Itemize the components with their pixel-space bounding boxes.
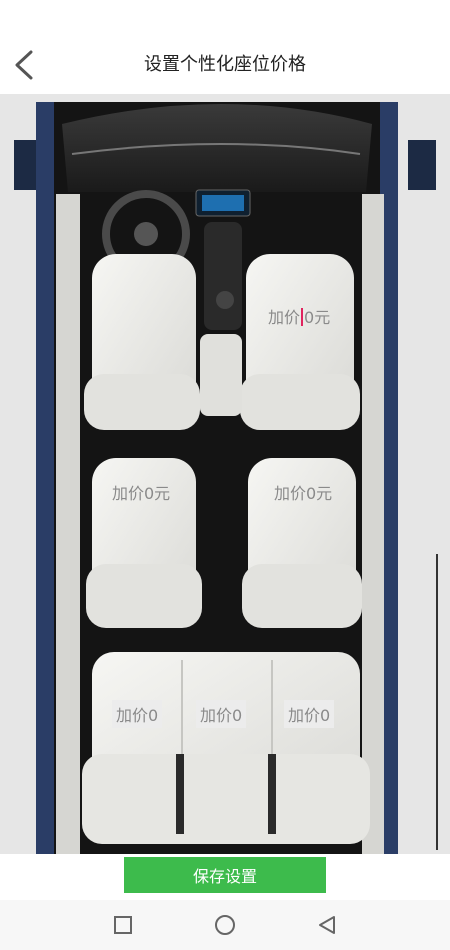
- car-interior-image: [0, 94, 450, 854]
- seat-price-prefix: 加价: [268, 308, 301, 327]
- seat-price-suffix: 0元: [304, 308, 331, 327]
- seat-map: 加价 0元 加价0元 加价0元 加价0 加价0 加价0: [0, 94, 450, 854]
- status-right: ✱ ▮▮ ▮: [402, 12, 436, 25]
- header: 设置个性化座位价格: [0, 36, 450, 94]
- status-icons: * ⚙ ◉: [14, 11, 46, 25]
- seat-price-front-passenger[interactable]: 加价 0元: [268, 304, 330, 328]
- text-cursor: [301, 308, 304, 326]
- app-badge: 58: [52, 12, 67, 24]
- triangle-left-icon[interactable]: [315, 913, 339, 937]
- status-bar: * ⚙ ◉ 58 ✱ ▮▮ ▮: [0, 0, 450, 36]
- circle-icon[interactable]: [213, 913, 237, 937]
- status-indicators: ✱ ▮▮ ▮: [401, 11, 436, 25]
- seat-price-middle-right[interactable]: 加价0元: [274, 480, 332, 504]
- seat-price-rear-left[interactable]: 加价0: [112, 700, 163, 728]
- system-nav-bar: [0, 900, 450, 950]
- save-settings-button[interactable]: 保存设置: [124, 857, 326, 893]
- scrollbar[interactable]: [436, 554, 438, 850]
- seat-price-middle-left[interactable]: 加价0元: [112, 480, 170, 504]
- page-title: 设置个性化座位价格: [144, 54, 306, 75]
- square-icon[interactable]: [111, 913, 135, 937]
- seat-price-rear-center[interactable]: 加价0: [196, 700, 247, 728]
- seat-price-rear-right[interactable]: 加价0: [284, 700, 335, 728]
- status-left: * ⚙ ◉ 58: [14, 12, 67, 25]
